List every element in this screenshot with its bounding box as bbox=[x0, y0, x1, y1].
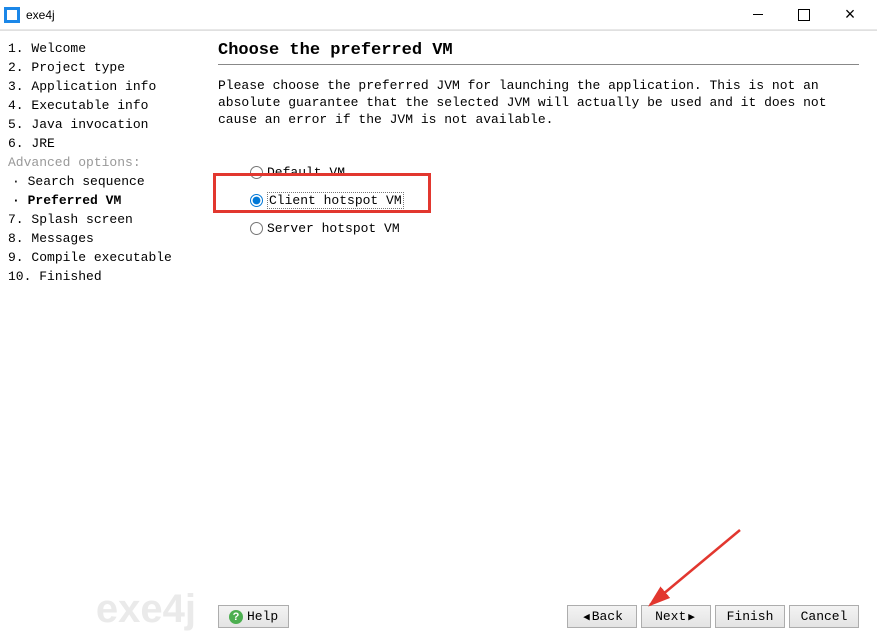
advanced-options-header: Advanced options: bbox=[4, 153, 206, 172]
radio-server-hotspot-vm-label: Server hotspot VM bbox=[267, 221, 400, 236]
arrow-right-icon: ▶ bbox=[688, 610, 695, 624]
radio-default-vm[interactable]: Default VM bbox=[250, 158, 859, 186]
radio-client-hotspot-vm[interactable]: Client hotspot VM bbox=[250, 186, 859, 214]
step-messages[interactable]: 8. Messages bbox=[4, 229, 206, 248]
vm-radio-group: Default VM Client hotspot VM Server hots… bbox=[218, 158, 859, 242]
step-compile-executable[interactable]: 9. Compile executable bbox=[4, 248, 206, 267]
window-controls: × bbox=[735, 0, 873, 30]
maximize-button[interactable] bbox=[781, 0, 827, 30]
radio-server-hotspot-vm-input[interactable] bbox=[250, 222, 263, 235]
help-icon: ? bbox=[229, 610, 243, 624]
page-title: Choose the preferred VM bbox=[218, 41, 859, 65]
next-button[interactable]: Next ▶ bbox=[641, 605, 711, 628]
arrow-left-icon: ◀ bbox=[583, 610, 590, 624]
substep-preferred-vm[interactable]: · Preferred VM bbox=[4, 191, 206, 210]
sidebar: 1. Welcome 2. Project type 3. Applicatio… bbox=[0, 31, 210, 642]
radio-client-hotspot-vm-label: Client hotspot VM bbox=[267, 192, 404, 209]
main-area: 1. Welcome 2. Project type 3. Applicatio… bbox=[0, 30, 877, 642]
radio-default-vm-label: Default VM bbox=[267, 165, 345, 180]
step-welcome[interactable]: 1. Welcome bbox=[4, 39, 206, 58]
substep-search-sequence[interactable]: · Search sequence bbox=[4, 172, 206, 191]
close-button[interactable]: × bbox=[827, 0, 873, 30]
window-title: exe4j bbox=[26, 8, 735, 22]
content-panel: Choose the preferred VM Please choose th… bbox=[210, 31, 877, 642]
app-icon bbox=[4, 7, 20, 23]
step-application-info[interactable]: 3. Application info bbox=[4, 77, 206, 96]
titlebar: exe4j × bbox=[0, 0, 877, 30]
finish-button[interactable]: Finish bbox=[715, 605, 785, 628]
radio-client-hotspot-vm-input[interactable] bbox=[250, 194, 263, 207]
page-description: Please choose the preferred JVM for laun… bbox=[218, 77, 859, 128]
step-project-type[interactable]: 2. Project type bbox=[4, 58, 206, 77]
step-jre[interactable]: 6. JRE bbox=[4, 134, 206, 153]
back-button[interactable]: ◀ Back bbox=[567, 605, 637, 628]
watermark: exe4j bbox=[96, 587, 196, 632]
step-executable-info[interactable]: 4. Executable info bbox=[4, 96, 206, 115]
step-java-invocation[interactable]: 5. Java invocation bbox=[4, 115, 206, 134]
step-splash-screen[interactable]: 7. Splash screen bbox=[4, 210, 206, 229]
step-finished[interactable]: 10. Finished bbox=[4, 267, 206, 286]
button-bar: ? Help ◀ Back Next ▶ Finish Cancel bbox=[218, 599, 859, 634]
step-list: 1. Welcome 2. Project type 3. Applicatio… bbox=[4, 39, 206, 286]
minimize-button[interactable] bbox=[735, 0, 781, 30]
radio-server-hotspot-vm[interactable]: Server hotspot VM bbox=[250, 214, 859, 242]
radio-default-vm-input[interactable] bbox=[250, 166, 263, 179]
cancel-button[interactable]: Cancel bbox=[789, 605, 859, 628]
help-button[interactable]: ? Help bbox=[218, 605, 289, 628]
